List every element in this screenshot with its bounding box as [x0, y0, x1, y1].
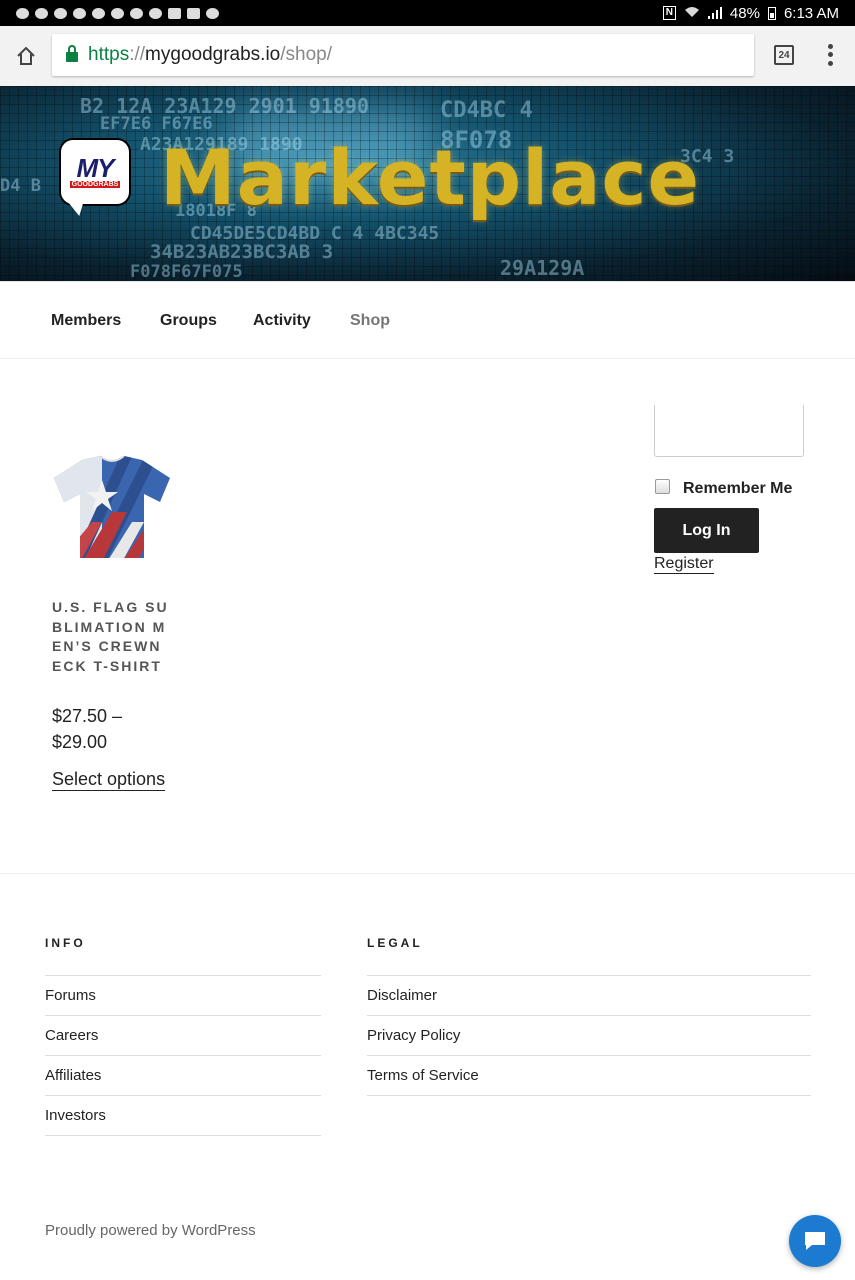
battery-percent: 48% [729, 4, 760, 22]
notification-icons [16, 7, 219, 19]
banner-hex-decoration: F078F67F075 [130, 262, 243, 281]
signal-icon [707, 7, 722, 19]
product-image[interactable] [52, 452, 172, 562]
logo-subtext: GOODGRABS [69, 181, 121, 188]
image-icon [168, 7, 181, 19]
price-max: $29.00 [52, 732, 108, 752]
url-host: mygoodgrabs.io [145, 44, 281, 65]
lock-icon [66, 44, 78, 64]
password-field[interactable] [654, 405, 804, 457]
chat-button[interactable] [789, 1215, 841, 1267]
register-link[interactable]: Register [654, 555, 714, 574]
url-bar[interactable]: https://mygoodgrabs.io/shop/ [52, 34, 754, 76]
nav-activity[interactable]: Activity [253, 312, 311, 330]
browser-menu-button[interactable] [822, 42, 838, 68]
footer-link-terms-of-service[interactable]: Terms of Service [367, 1056, 811, 1096]
chat-icon [805, 1232, 825, 1250]
url-separator: :// [129, 44, 146, 65]
footer-legal-widget: LEGAL Disclaimer Privacy Policy Terms of… [367, 936, 811, 1096]
site-title: Marketplace [160, 133, 701, 222]
footer-info-widget: INFO Forums Careers Affiliates Investors [45, 936, 321, 1136]
product-price: $27.50 – $29.00 [52, 703, 172, 755]
home-icon [17, 46, 35, 65]
footer-link-disclaimer[interactable]: Disclaimer [367, 976, 811, 1016]
banner-hex-decoration: 34B23AB23BC3AB 3 [150, 241, 334, 263]
logo-text: MY [76, 153, 115, 183]
home-button[interactable] [0, 26, 52, 86]
price-min: $27.50 – [52, 706, 123, 726]
remember-me: Remember Me [655, 474, 792, 498]
chrome-icon [111, 7, 124, 19]
site-footer: INFO Forums Careers Affiliates Investors… [0, 873, 855, 1280]
footer-link-investors[interactable]: Investors [45, 1096, 321, 1136]
footer-link-forums[interactable]: Forums [45, 976, 321, 1016]
wifi-icon [684, 5, 700, 22]
header-banner: B2 12A 23A129 2901 91890 EF7E6 F67E6 CD4… [0, 86, 855, 281]
footer-info-heading: INFO [45, 936, 86, 950]
url-scheme: https [88, 44, 130, 65]
powered-by-link[interactable]: Proudly powered by WordPress [45, 1222, 256, 1239]
banner-hex-decoration: D4 B [0, 176, 41, 196]
chrome-icon [73, 7, 86, 19]
remember-me-label: Remember Me [683, 480, 793, 497]
remember-me-checkbox[interactable] [655, 478, 670, 494]
footer-link-careers[interactable]: Careers [45, 1016, 321, 1056]
chrome-icon [130, 7, 143, 19]
chrome-icon [149, 7, 162, 19]
banner-hex-decoration: EF7E6 F67E6 [100, 114, 213, 134]
nav-groups[interactable]: Groups [160, 312, 217, 330]
site-logo[interactable]: MY GOODGRABS [61, 140, 129, 204]
banner-hex-decoration: 29A129A [500, 256, 585, 280]
browser-toolbar: https://mygoodgrabs.io/shop/ 24 [0, 26, 855, 86]
notification-icon [35, 7, 48, 19]
login-button[interactable]: Log In [654, 508, 759, 553]
chrome-icon [92, 7, 105, 19]
url-path: /shop/ [280, 44, 333, 65]
status-bar: N 48% 6:13 AM [0, 0, 855, 26]
footer-link-privacy-policy[interactable]: Privacy Policy [367, 1016, 811, 1056]
nav-shop[interactable]: Shop [350, 312, 390, 330]
banner-hex-decoration: CD4BC 4 [440, 98, 533, 123]
tab-switcher-button[interactable]: 24 [774, 45, 794, 65]
phone-icon [187, 7, 200, 19]
product-title[interactable]: U.S. FLAG SUBLIMATION MEN’S CREWNECK T-S… [52, 598, 172, 676]
incognito-icon [206, 7, 219, 19]
clock: 6:13 AM [783, 4, 839, 22]
main-navigation: Members Groups Activity Shop [0, 281, 855, 359]
nav-members[interactable]: Members [51, 312, 121, 330]
nfc-icon: N [662, 6, 676, 20]
system-status: N 48% 6:13 AM [662, 4, 839, 22]
select-options-button[interactable]: Select options [52, 768, 166, 791]
footer-link-affiliates[interactable]: Affiliates [45, 1056, 321, 1096]
battery-icon [767, 6, 776, 20]
notification-icon [16, 7, 29, 19]
notification-icon [54, 7, 67, 19]
footer-legal-heading: LEGAL [367, 936, 423, 950]
